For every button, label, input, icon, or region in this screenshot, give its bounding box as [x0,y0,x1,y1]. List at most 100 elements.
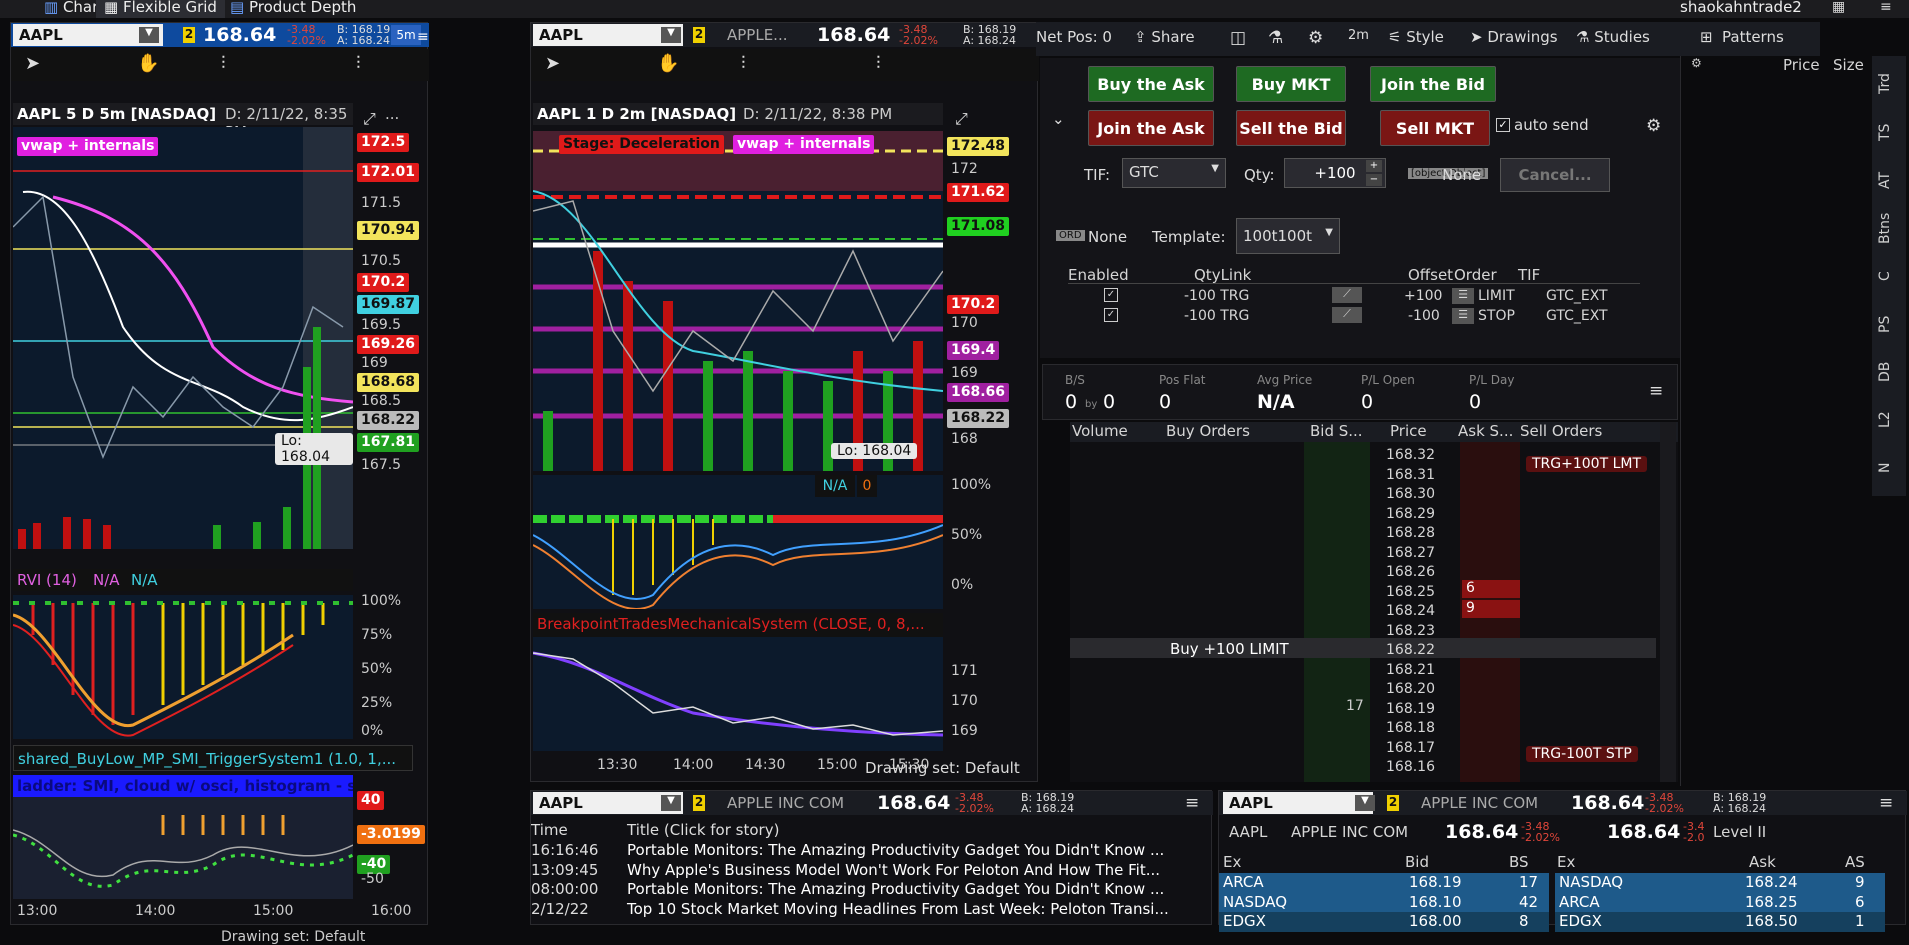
ask-size-cell[interactable]: 9 [1462,600,1520,618]
price-plot[interactable]: vwap + internals Lo: 168.04 [13,127,353,549]
smi-study-label[interactable]: ladder: SMI, cloud w/ osci, histogram - … [17,777,353,795]
mid-strategy-icon[interactable]: ⫶ [876,53,881,74]
side-tab-trd[interactable]: Trd [1877,64,1901,104]
camera-icon[interactable]: ◫ [1230,28,1246,48]
side-tab-l2[interactable]: L2 [1877,400,1901,440]
side-tab-c[interactable]: C [1877,256,1901,296]
qty-decrement[interactable]: − [1366,174,1382,186]
buy-mkt-button[interactable]: Buy MKT [1236,66,1346,102]
aggregation-button[interactable]: 2m [1348,28,1369,43]
studies-button[interactable]: ⚗ Studies [1576,28,1650,46]
template-select[interactable]: 100t100t ▼ [1236,218,1340,254]
ladder-price-cell[interactable]: 168.24 [1386,602,1456,622]
news-menu-icon[interactable]: ≡ [1185,793,1199,813]
side-tab-btns[interactable]: Btns [1877,208,1901,248]
order-type-icon[interactable]: ☰ [1452,308,1474,324]
bid-size-column[interactable] [1304,442,1370,782]
ladder-price-cell[interactable]: 168.20 [1386,680,1456,700]
gear-icon[interactable]: ⚙ [1308,28,1323,48]
working-sell-stop[interactable]: TRG-100T STP [1526,746,1638,762]
mid-symbol-dropdown-icon[interactable]: ▼ [661,27,681,43]
news-row[interactable]: 08:00:00 Portable Monitors: The Amazing P… [531,880,1201,900]
level2-row[interactable]: NASDAQ 168.10 42 [1219,892,1549,912]
study-icon[interactable]: ⫶ [221,53,226,74]
link-badge[interactable]: 2 [183,27,195,43]
study-label[interactable]: vwap + internals [17,137,159,156]
ladder-price-cell[interactable]: 168.27 [1386,544,1456,564]
rvi-plot[interactable] [13,595,353,739]
join-bid-button[interactable]: Join the Bid [1370,66,1496,102]
mid-drawing-set-label[interactable]: Drawing set: Default [865,759,1020,777]
trade-settings-gear-icon[interactable]: ⚙ [1646,116,1661,136]
mid-study-icon[interactable]: ⫶ [741,53,746,74]
enabled-checkbox[interactable]: ✓ [1104,308,1118,322]
side-tab-ps[interactable]: PS [1877,304,1901,344]
mid-link-badge[interactable]: 2 [693,27,705,43]
ladder-price-cell[interactable]: 168.23 [1386,622,1456,642]
mid-expand-icon[interactable]: ⤢ [955,109,968,129]
ask-size-cell[interactable]: 6 [1462,580,1520,598]
menu-icon[interactable]: ≡ [1880,0,1892,14]
ladder-price-cell[interactable]: 168.30 [1386,485,1456,505]
drawings-button[interactable]: ➤ Drawings [1470,28,1558,46]
level2-row[interactable]: ARCA 168.19 17 [1219,873,1549,893]
side-tab-db[interactable]: DB [1877,352,1901,392]
left-panel-menu-icon[interactable]: ≡ [417,29,429,45]
expand-icon[interactable]: ⤢ [363,109,376,129]
news-row[interactable]: 13:09:45 Why Apple's Business Model Won't… [531,861,1201,881]
qty-increment[interactable]: + [1366,160,1382,172]
buy-ask-button[interactable]: Buy the Ask [1088,66,1214,102]
side-tab-ts[interactable]: TS [1877,112,1901,152]
ladder-price-cell[interactable]: 168.19 [1386,700,1456,720]
l2-menu-icon[interactable]: ≡ [1879,793,1893,813]
level2-row[interactable]: NASDAQ 168.24 9 [1555,873,1885,893]
pointer-icon[interactable]: ➤ [25,53,40,74]
side-tab-n[interactable]: N [1877,448,1901,488]
side-tab-at[interactable]: AT [1877,160,1901,200]
join-ask-button[interactable]: Join the Ask [1088,110,1214,146]
ladder-scrollbar[interactable] [1660,422,1676,782]
ladder-price-cell[interactable]: 168.31 [1386,466,1456,486]
pan-hand-icon[interactable]: ✋ [137,53,159,74]
mid-study-label[interactable]: vwap + internals [733,135,875,154]
strategy-icon[interactable]: ⫶ [356,53,361,74]
ladder-price-cell[interactable]: 168.32 [1386,446,1456,466]
price-column[interactable]: 168.32 168.31 168.30 168.29 168.28 168.27 168.… [1386,446,1456,778]
ladder-price-cell[interactable]: 168.21 [1386,661,1456,681]
l2-symbol-input[interactable]: AAPL [1223,792,1373,814]
level2-row[interactable]: EDGX 168.50 1 [1555,912,1885,932]
mid-oscillator-plot[interactable]: N/A 0 [533,475,943,609]
ladder-price-cell[interactable]: 168.25 [1386,583,1456,603]
news-row[interactable]: 16:16:46 Portable Monitors: The Amazing P… [531,841,1201,861]
level2-row[interactable]: EDGX 168.00 8 [1219,912,1549,932]
bid-size-cell[interactable]: 17 [1346,698,1364,714]
ladder-price-cell[interactable]: 168.16 [1386,758,1456,778]
ladder-price-cell[interactable]: 168.29 [1386,505,1456,525]
username[interactable]: shaokahntrade2 [1680,0,1802,15]
l2-dropdown-icon[interactable]: ▼ [1355,795,1375,811]
mid-price-plot[interactable]: Stage: Deceleration vwap + internals Lo:… [533,131,943,471]
news-headline[interactable]: Top 10 Stock Market Moving Headlines Fro… [627,900,1169,920]
link-icon[interactable]: ⟋ [1332,307,1362,323]
enabled-checkbox[interactable]: ✓ [1104,288,1118,302]
mid-pan-hand-icon[interactable]: ✋ [657,53,679,74]
news-headline[interactable]: Portable Monitors: The Amazing Productiv… [627,841,1164,861]
share-button[interactable]: ⇪ Share [1134,28,1195,46]
news-headline[interactable]: Portable Monitors: The Amazing Productiv… [627,880,1164,900]
tab-product-depth[interactable]: ▤ Product Depth [222,0,364,18]
ladder-price-cell[interactable]: 168.22 [1386,641,1456,661]
news-dropdown-icon[interactable]: ▼ [661,795,681,811]
sell-mkt-button[interactable]: Sell MKT [1380,110,1490,146]
style-button[interactable]: ⚟ Style [1388,28,1444,46]
symbol-dropdown-icon[interactable]: ▼ [139,27,159,43]
collapse-chevron-icon[interactable]: ⌄ [1052,110,1065,128]
news-headline[interactable]: Why Apple's Business Model Won't Work Fo… [627,861,1160,881]
smi-plot[interactable]: ladder: SMI, cloud w/ osci, histogram - … [13,775,353,899]
grid-menu-icon[interactable]: ▦ [1832,0,1845,14]
working-buy-order[interactable]: Buy +100 LIMIT [1170,640,1289,658]
order-type-icon[interactable]: ☰ [1452,288,1474,304]
news-row[interactable]: 2/12/22 Top 10 Stock Market Moving Headli… [531,900,1201,920]
ladder-price-cell[interactable]: 168.28 [1386,524,1456,544]
l2-link-badge[interactable]: 2 [1387,795,1399,811]
sell-bid-button[interactable]: Sell the Bid [1236,110,1346,146]
